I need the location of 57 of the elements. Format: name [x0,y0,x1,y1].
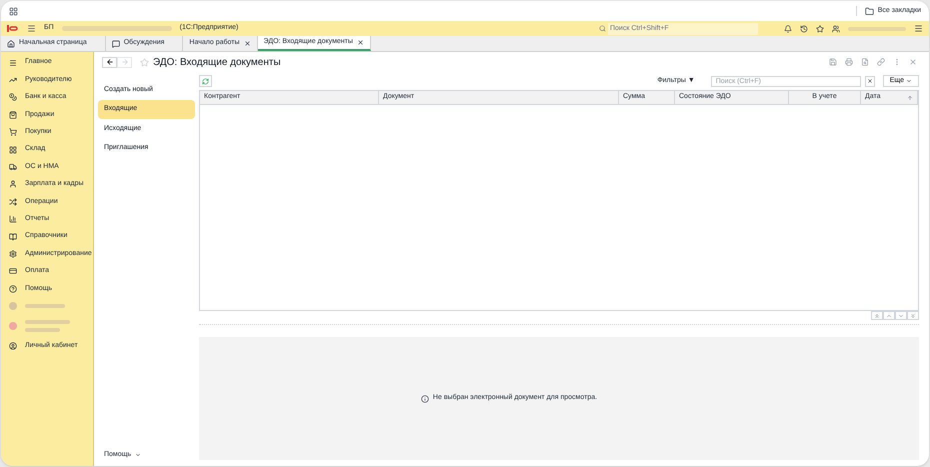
settings-icon [9,250,17,258]
bag-icon [9,110,17,119]
menu-icon[interactable] [914,24,923,33]
sort-icon [907,94,913,100]
user-icon [9,342,17,350]
scroll-button[interactable] [871,311,883,320]
form-title: ЭДО: Входящие документы [153,56,281,70]
cart-icon [9,128,17,136]
blurred-icon [9,302,17,310]
card-icon [9,267,17,276]
double-chevron-down-icon [910,312,916,318]
grid-icon [9,146,17,154]
coins-icon [9,93,17,102]
close-icon[interactable] [244,40,251,47]
arrow-left-icon [106,58,114,66]
truck-icon [9,163,17,172]
blurred-text [25,320,70,324]
blurred-text [25,304,65,308]
blurred-icon [9,322,17,330]
apps-icon[interactable] [9,6,18,16]
search-icon [599,25,606,32]
scroll-button[interactable] [907,311,919,320]
link-icon[interactable] [877,58,885,66]
menu-icon[interactable] [27,24,36,33]
help-icon [9,284,17,293]
save-icon[interactable] [829,58,837,66]
close-icon [866,78,873,84]
preview-icon[interactable] [861,58,869,66]
folder-icon [864,6,874,16]
chat-icon [112,40,120,48]
refresh-icon [202,78,209,84]
shuffle-icon [9,198,17,206]
caret-icon [135,452,142,458]
scroll-button[interactable] [883,311,895,320]
star-icon[interactable] [816,24,824,32]
history-icon[interactable] [800,24,808,32]
logo-icon [7,25,19,32]
menu-icon [9,58,17,67]
chevron-up-icon [886,312,892,318]
trend-icon [9,76,17,84]
caret-icon [906,78,912,84]
close-icon[interactable] [356,39,364,46]
refresh-button[interactable] [199,75,212,87]
home-icon [7,40,15,48]
chevron-down-icon [898,312,904,318]
info-icon [420,394,429,402]
back-button[interactable] [102,56,117,68]
users-icon[interactable] [832,24,840,32]
person-icon [9,180,17,188]
scroll-button[interactable] [895,311,907,320]
arrow-right-icon [120,58,128,66]
bar-chart-icon [9,215,17,224]
clear-button[interactable] [864,76,875,86]
book-icon [9,232,17,241]
blurred-text [25,328,60,332]
print-icon[interactable] [845,58,853,66]
bell-icon[interactable] [784,24,792,32]
